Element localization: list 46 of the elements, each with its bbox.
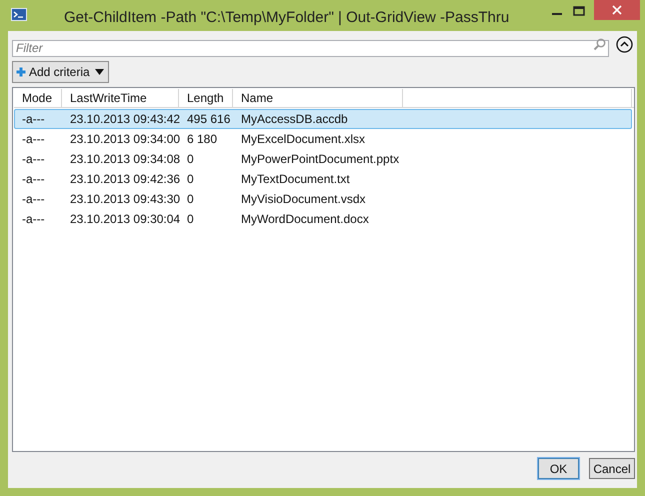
table-cell-text: 0 — [186, 191, 195, 208]
cancel-button[interactable]: Cancel — [589, 458, 635, 479]
column-header[interactable]: LastWriteTime — [62, 89, 179, 107]
table-cell-text: 6 180 — [186, 131, 218, 148]
plus-icon — [16, 67, 26, 77]
table-cell-text: -a--- — [21, 151, 46, 168]
close-button[interactable] — [594, 0, 640, 20]
console-icon[interactable] — [11, 8, 27, 21]
window-title: Get-ChildItem -Path "C:\Temp\MyFolder" | Out-GridView -PassThru — [64, 8, 510, 28]
table-cell-text: 23.10.2013 09:43:30 — [69, 191, 180, 208]
table-cell-text: 23.10.2013 09:30:04 — [69, 211, 180, 228]
close-icon — [612, 5, 622, 15]
table-row[interactable]: -a--- 23.10.2013 09:34:08 0 MyPowerPointDocument.pptx — [14, 149, 632, 169]
table-row[interactable]: -a--- 23.10.2013 09:43:42 495 616 MyAccessDB.accdb — [14, 109, 632, 129]
table-cell-text: -a--- — [21, 171, 46, 188]
table-cell-text: 0 — [186, 151, 195, 168]
table-cell-text: MyPowerPointDocument.pptx — [240, 151, 400, 168]
table-cell-text: 23.10.2013 09:34:00 — [69, 131, 180, 148]
filter-field[interactable]: Filter — [12, 40, 609, 56]
table-cell-text: -a--- — [21, 211, 46, 228]
table-cell-text: 0 — [186, 171, 195, 188]
table-row[interactable]: -a--- 23.10.2013 09:34:00 6 180 MyExcelDocument.xlsx — [14, 129, 632, 149]
table-cell-text: 23.10.2013 09:42:36 — [69, 171, 180, 188]
column-header[interactable]: Mode — [14, 89, 62, 107]
table-row[interactable]: -a--- 23.10.2013 09:43:30 0 MyVisioDocument.vsdx — [14, 189, 632, 209]
table-cell-text: -a--- — [21, 131, 46, 148]
collapse-icon[interactable] — [616, 36, 633, 53]
table-cell-text: MyAccessDB.accdb — [240, 111, 349, 128]
table-cell-text: 23.10.2013 09:43:42 — [69, 111, 180, 128]
dropdown-caret-icon — [94, 69, 104, 75]
table-cell-text: MyVisioDocument.vsdx — [240, 191, 366, 208]
table-cell-text: MyWordDocument.docx — [240, 211, 370, 228]
ok-button[interactable]: OK — [538, 458, 579, 479]
column-header[interactable]: Name — [233, 89, 403, 107]
table-cell-text: MyExcelDocument.xlsx — [240, 131, 366, 148]
column-header[interactable]: Length — [179, 89, 233, 107]
table-cell-text: MyTextDocument.txt — [240, 171, 351, 188]
table-cell-text: 0 — [186, 211, 195, 228]
table-cell-text: 23.10.2013 09:34:08 — [69, 151, 180, 168]
table-row[interactable]: -a--- 23.10.2013 09:42:36 0 MyTextDocument.txt — [14, 169, 632, 189]
table-cell-text: 495 616 — [186, 111, 232, 128]
table-cell-text: -a--- — [21, 111, 46, 128]
search-icon — [593, 38, 606, 51]
table-row[interactable]: -a--- 23.10.2013 09:30:04 0 MyWordDocument.docx — [14, 209, 632, 229]
table-cell-text: -a--- — [21, 191, 46, 208]
add-criteria-button[interactable]: Add criteria — [12, 61, 109, 83]
